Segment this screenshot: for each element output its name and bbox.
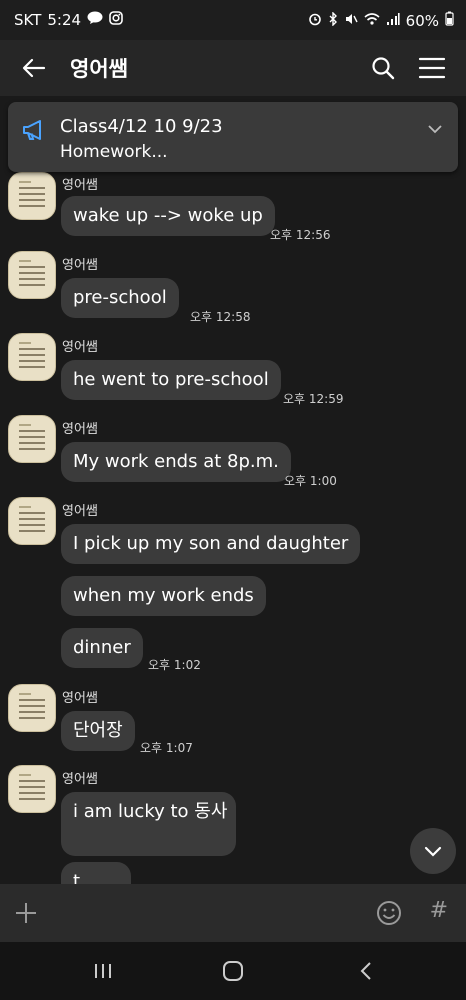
message-bubble[interactable]: t... [61,862,131,884]
app-bar: 영어쌤 [0,40,466,96]
recents-icon [95,964,111,978]
message-bubble[interactable]: My work ends at 8p.m. [61,442,291,482]
plus-icon [16,903,36,923]
hashtag-icon: # [429,898,448,923]
chevron-down-icon [424,846,442,857]
message-bubble[interactable]: when my work ends [61,576,266,616]
message-bubble[interactable]: he went to pre-school [61,360,281,400]
talk-icon [87,11,103,29]
avatar[interactable] [8,415,56,463]
hamburger-menu-icon [418,57,446,79]
search-button[interactable] [370,55,396,81]
message-bubble[interactable]: 단어장 [61,711,135,751]
instagram-icon [109,11,123,29]
message-time: 오후 1:07 [140,741,193,755]
message-time: 오후 12:59 [283,392,344,406]
sender-name: 영어쌤 [62,691,98,706]
menu-button[interactable] [418,55,446,81]
message-time: 오후 12:58 [190,310,251,324]
sender-name: 영어쌤 [62,258,98,273]
back-button[interactable] [20,54,48,82]
wifi-icon [364,12,380,30]
search-icon [372,57,395,80]
message-time: 오후 1:02 [148,658,201,672]
avatar[interactable] [8,497,56,545]
sender-name: 영어쌤 [62,504,98,519]
hashtag-button[interactable]: # [430,898,448,923]
message-time: 오후 1:00 [284,474,337,488]
chat-room-title: 영어쌤 [70,57,128,81]
avatar[interactable] [8,684,56,732]
bluetooth-icon [328,10,338,30]
home-button[interactable] [222,960,244,982]
add-attachment-button[interactable] [14,901,38,925]
chat-area[interactable]: Class4/12 10 9/23 Homework... 영어쌤 wake u… [0,96,466,884]
system-back-button[interactable] [356,960,376,982]
avatar[interactable] [8,765,56,813]
emoji-icon [377,901,401,925]
message-bubble[interactable]: i am lucky to 동사 [61,792,236,856]
status-right: 60% [308,10,454,30]
message-bubble[interactable]: pre-school [61,278,179,318]
message-bubble[interactable]: dinner [61,628,143,668]
message-bubble[interactable]: wake up --> woke up [61,196,275,236]
home-icon [223,961,243,981]
battery-icon [445,11,454,30]
sender-name: 영어쌤 [62,340,98,355]
back-chevron-icon [360,962,371,980]
sender-name: 영어쌤 [62,422,98,437]
sender-name: 영어쌤 [62,178,98,193]
message-time: 오후 12:56 [270,228,331,242]
battery-label: 60% [405,11,439,30]
emoji-button[interactable] [376,900,402,926]
notice-title: Class4/12 10 9/23 [60,116,223,137]
signal-icon [386,12,400,30]
avatar[interactable] [8,251,56,299]
clock-label: 5:24 [47,11,82,29]
mute-icon [344,12,358,30]
status-left: SKT 5:24 [14,11,123,29]
message-bubble[interactable]: I pick up my son and daughter [61,524,361,564]
megaphone-icon [22,119,46,141]
arrow-left-icon [22,58,46,78]
avatar[interactable] [8,172,56,220]
message-input-bar[interactable]: # [0,884,466,942]
sender-name: 영어쌤 [62,772,98,787]
chevron-down-icon[interactable] [426,120,444,138]
carrier-label: SKT [14,11,42,29]
notice-banner[interactable]: Class4/12 10 9/23 Homework... [8,102,458,172]
system-nav-bar [0,942,466,1000]
alarm-icon [308,12,322,30]
avatar[interactable] [8,333,56,381]
status-bar: SKT 5:24 60% [0,0,466,40]
notice-body: Homework... [60,142,168,162]
scroll-to-bottom-button[interactable] [410,828,456,874]
recent-apps-button[interactable] [92,961,114,981]
